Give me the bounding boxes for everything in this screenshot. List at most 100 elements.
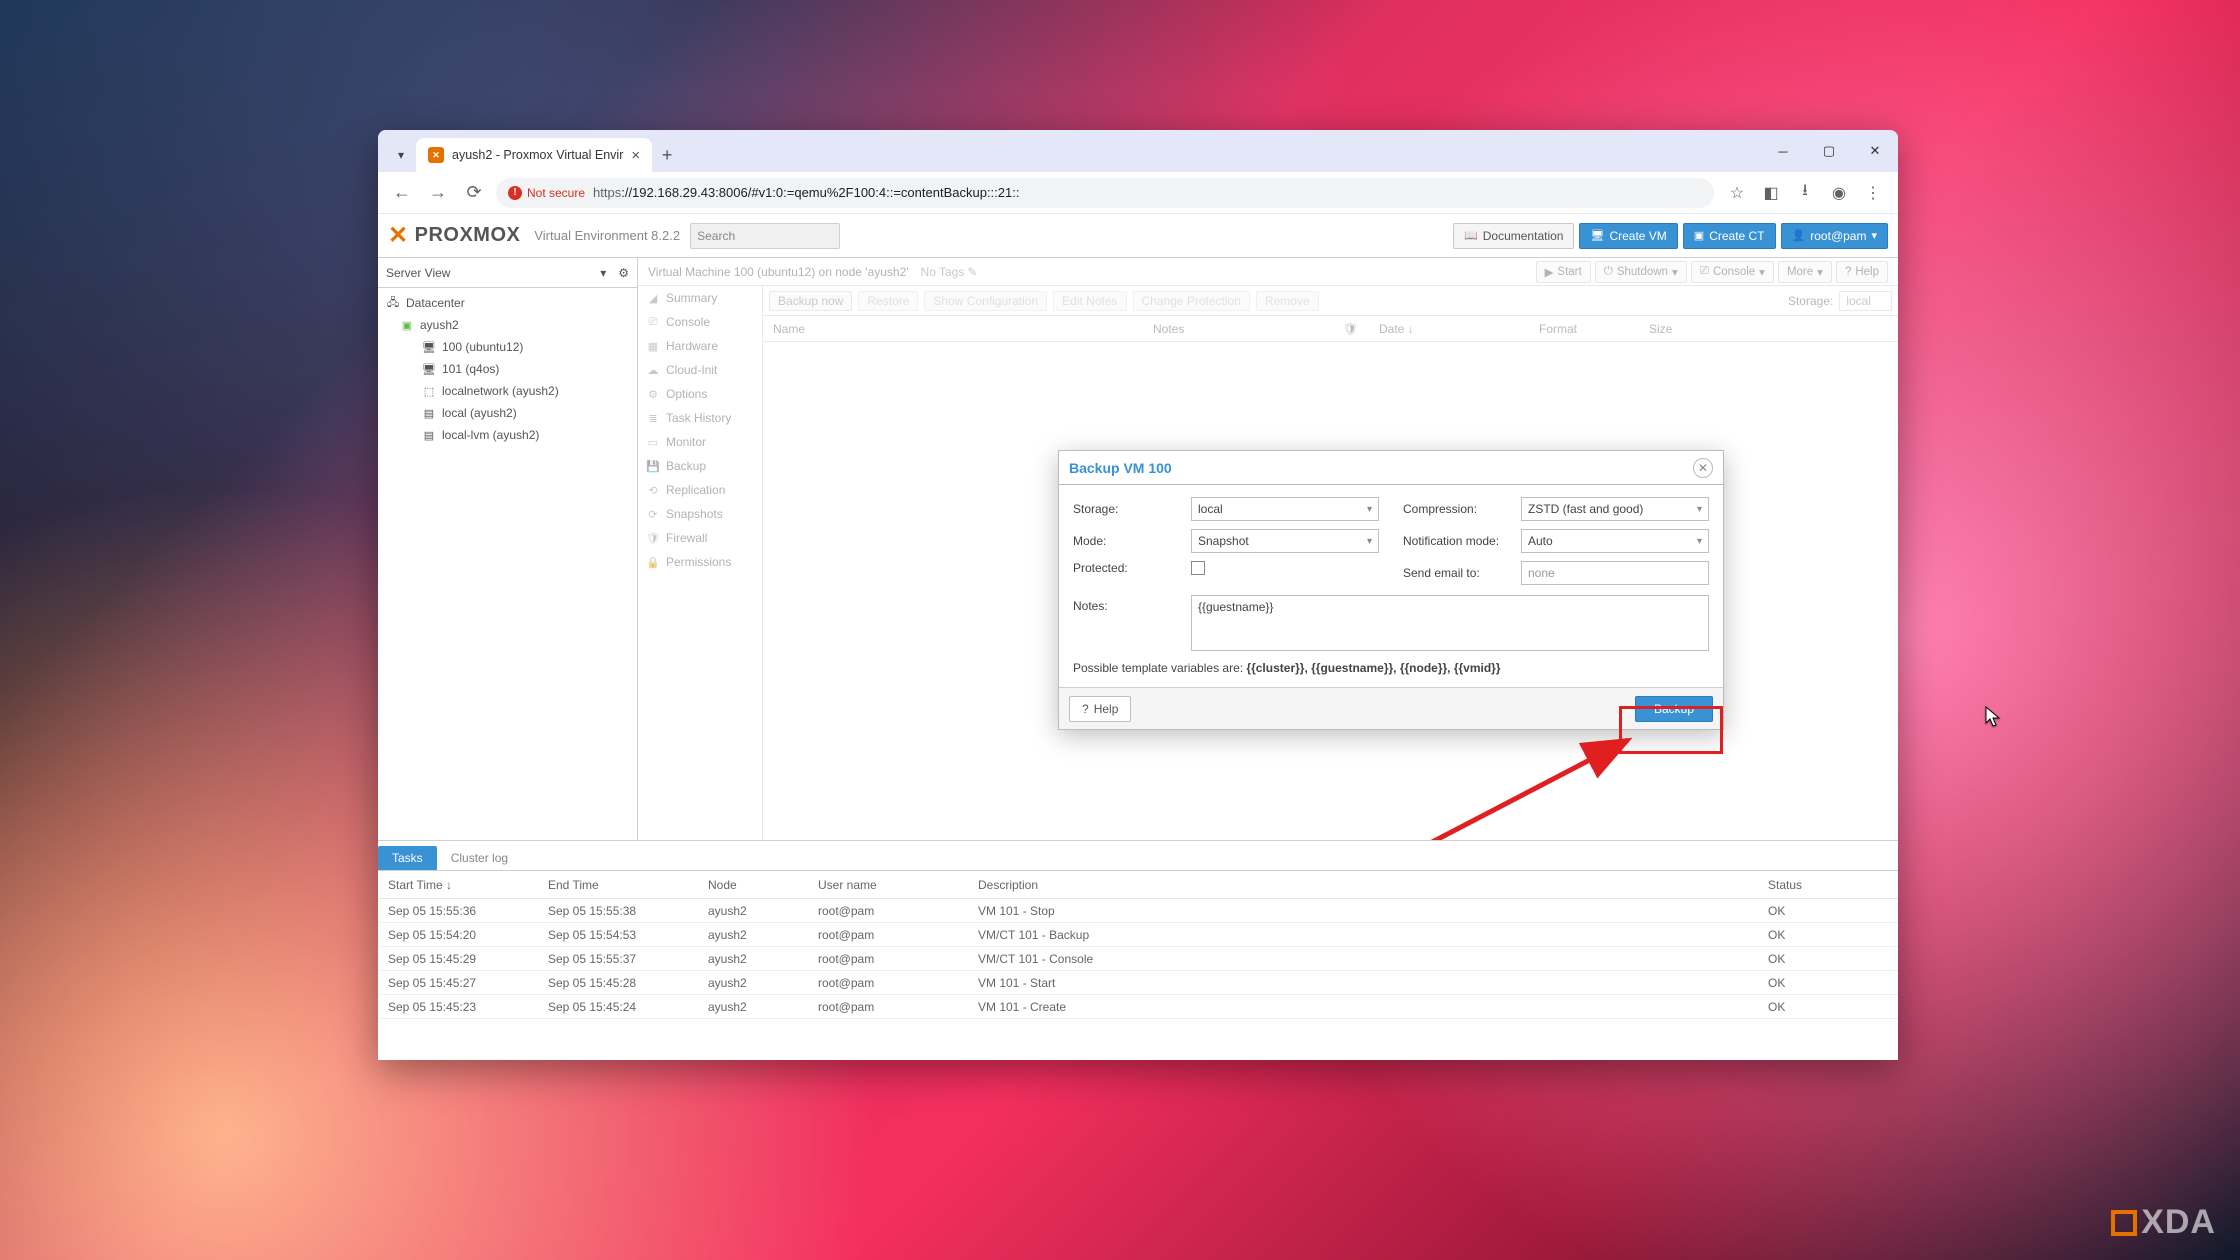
menu-icon[interactable]: ⋮ bbox=[1858, 178, 1888, 208]
tasks-grid: Start Time ↓ End Time Node User name Des… bbox=[378, 871, 1898, 1060]
compression-dropdown[interactable]: ZSTD (fast and good)▾ bbox=[1521, 497, 1709, 521]
col-user[interactable]: User name bbox=[808, 878, 968, 892]
mouse-cursor-icon bbox=[1985, 706, 2001, 728]
tasks-grid-header: Start Time ↓ End Time Node User name Des… bbox=[378, 871, 1898, 899]
protected-checkbox[interactable] bbox=[1191, 561, 1205, 575]
dialog-help-button[interactable]: ?Help bbox=[1069, 696, 1131, 722]
xda-watermark: XDA bbox=[2111, 1203, 2216, 1242]
mode-dropdown[interactable]: Snapshot▾ bbox=[1191, 529, 1379, 553]
tab-cluster-log[interactable]: Cluster log bbox=[437, 846, 522, 870]
tab-search-dropdown[interactable]: ▾ bbox=[386, 138, 416, 172]
dialog-header: Backup VM 100 ✕ bbox=[1059, 451, 1723, 485]
dialog-footer: ?Help Backup bbox=[1059, 687, 1723, 729]
insecure-icon: ! bbox=[508, 186, 522, 200]
downloads-icon[interactable]: ⭳ bbox=[1790, 178, 1820, 208]
url-text: https://192.168.29.43:8006/#v1:0:=qemu%2… bbox=[593, 185, 1019, 200]
create-ct-button[interactable]: ▣Create CT bbox=[1683, 223, 1776, 249]
tree-storage-lvm[interactable]: ▤local-lvm (ayush2) bbox=[378, 424, 637, 446]
task-row[interactable]: Sep 05 15:45:23Sep 05 15:45:24ayush2root… bbox=[378, 995, 1898, 1019]
network-icon: ⬚ bbox=[422, 384, 436, 398]
address-bar[interactable]: ! Not secure https://192.168.29.43:8006/… bbox=[496, 178, 1714, 208]
dialog-body: Storage: local▾ Mode: Snapshot▾ Protecte… bbox=[1059, 485, 1723, 687]
field-notes: Notes: {{guestname}} bbox=[1073, 595, 1709, 651]
tasks-panel: Tasks Cluster log Start Time ↓ End Time … bbox=[378, 840, 1898, 1060]
pve-search-input[interactable]: Search bbox=[690, 223, 840, 249]
resource-tree: 🖧Datacenter ▣ayush2 🖥100 (ubuntu12) 🖥101… bbox=[378, 288, 637, 450]
tree-localnetwork[interactable]: ⬚localnetwork (ayush2) bbox=[378, 380, 637, 402]
task-row[interactable]: Sep 05 15:45:27Sep 05 15:45:28ayush2root… bbox=[378, 971, 1898, 995]
col-start-time[interactable]: Start Time ↓ bbox=[378, 878, 538, 892]
new-tab-button[interactable]: + bbox=[652, 138, 682, 172]
field-protected: Protected: bbox=[1073, 561, 1379, 575]
sidebar-view-selector[interactable]: Server View ▾ ⚙ bbox=[378, 258, 637, 288]
browser-toolbar: ← → ⟳ ! Not secure https://192.168.29.43… bbox=[378, 172, 1898, 214]
col-status[interactable]: Status bbox=[1758, 878, 1898, 892]
window-controls: ─ ▢ ✕ bbox=[1760, 130, 1898, 172]
chevron-down-icon: ▾ bbox=[1871, 229, 1877, 242]
pve-header: ✕ PROXMOX Virtual Environment 8.2.2 Sear… bbox=[378, 214, 1898, 258]
bookmark-icon[interactable]: ☆ bbox=[1722, 178, 1752, 208]
chevron-down-icon: ▾ bbox=[1697, 536, 1702, 547]
tree-node[interactable]: ▣ayush2 bbox=[378, 314, 637, 336]
chevron-down-icon: ▾ bbox=[600, 266, 606, 280]
window-close-button[interactable]: ✕ bbox=[1852, 130, 1898, 172]
toolbar-actions: ☆ ◧ ⭳ ◉ ⋮ bbox=[1722, 178, 1888, 208]
dialog-title: Backup VM 100 bbox=[1069, 460, 1172, 476]
window-minimize-button[interactable]: ─ bbox=[1760, 130, 1806, 172]
nav-reload-button[interactable]: ⟳ bbox=[460, 179, 488, 207]
chevron-down-icon: ▾ bbox=[1367, 504, 1372, 515]
profile-icon[interactable]: ◉ bbox=[1824, 178, 1854, 208]
cube-icon: ▣ bbox=[1694, 229, 1704, 242]
notes-textarea[interactable]: {{guestname}} bbox=[1191, 595, 1709, 651]
storage-dropdown[interactable]: local▾ bbox=[1191, 497, 1379, 521]
vm-icon: 🖥 bbox=[422, 340, 436, 354]
col-description[interactable]: Description bbox=[968, 878, 1758, 892]
browser-tab[interactable]: ✕ ayush2 - Proxmox Virtual Envir × bbox=[416, 138, 652, 172]
xda-logo-icon bbox=[2111, 1210, 2137, 1236]
dialog-backup-button[interactable]: Backup bbox=[1635, 696, 1713, 722]
book-icon: 📖 bbox=[1464, 229, 1478, 242]
window-maximize-button[interactable]: ▢ bbox=[1806, 130, 1852, 172]
storage-icon: ▤ bbox=[422, 406, 436, 420]
user-icon: 👤 bbox=[1792, 229, 1806, 242]
col-end-time[interactable]: End Time bbox=[538, 878, 698, 892]
pve-main: Virtual Machine 100 (ubuntu12) on node '… bbox=[638, 258, 1898, 840]
browser-window: ▾ ✕ ayush2 - Proxmox Virtual Envir × + ─… bbox=[378, 130, 1898, 1060]
monitor-icon: 🖥 bbox=[1590, 229, 1604, 242]
node-icon: ▣ bbox=[400, 318, 414, 332]
proxmox-favicon-icon: ✕ bbox=[428, 147, 444, 163]
task-row[interactable]: Sep 05 15:54:20Sep 05 15:54:53ayush2root… bbox=[378, 923, 1898, 947]
tree-datacenter[interactable]: 🖧Datacenter bbox=[378, 292, 637, 314]
email-input[interactable]: none bbox=[1521, 561, 1709, 585]
storage-icon: ▤ bbox=[422, 428, 436, 442]
tab-close-icon[interactable]: × bbox=[631, 147, 640, 164]
extensions-icon[interactable]: ◧ bbox=[1756, 178, 1786, 208]
tree-vm-100[interactable]: 🖥100 (ubuntu12) bbox=[378, 336, 637, 358]
dialog-close-button[interactable]: ✕ bbox=[1693, 458, 1713, 478]
proxmox-logo-icon: ✕ bbox=[388, 221, 409, 250]
col-node[interactable]: Node bbox=[698, 878, 808, 892]
browser-titlebar: ▾ ✕ ayush2 - Proxmox Virtual Envir × + ─… bbox=[378, 130, 1898, 172]
insecure-label: Not secure bbox=[527, 186, 585, 200]
tab-tasks[interactable]: Tasks bbox=[378, 846, 437, 870]
notification-dropdown[interactable]: Auto▾ bbox=[1521, 529, 1709, 553]
tab-title: ayush2 - Proxmox Virtual Envir bbox=[452, 148, 623, 162]
task-row[interactable]: Sep 05 15:55:36Sep 05 15:55:38ayush2root… bbox=[378, 899, 1898, 923]
tree-vm-101[interactable]: 🖥101 (q4os) bbox=[378, 358, 637, 380]
insecure-badge: ! Not secure bbox=[508, 186, 585, 200]
create-vm-button[interactable]: 🖥Create VM bbox=[1579, 223, 1677, 249]
tasks-tabs: Tasks Cluster log bbox=[378, 841, 1898, 871]
documentation-button[interactable]: 📖Documentation bbox=[1453, 223, 1574, 249]
field-mode: Mode: Snapshot▾ bbox=[1073, 529, 1379, 553]
task-row[interactable]: Sep 05 15:45:29Sep 05 15:55:37ayush2root… bbox=[378, 947, 1898, 971]
nav-back-button[interactable]: ← bbox=[388, 179, 416, 207]
field-compression: Compression: ZSTD (fast and good)▾ bbox=[1403, 497, 1709, 521]
user-menu-button[interactable]: 👤root@pam ▾ bbox=[1781, 223, 1888, 249]
field-notification: Notification mode: Auto▾ bbox=[1403, 529, 1709, 553]
gear-icon[interactable]: ⚙ bbox=[618, 266, 629, 280]
tree-storage-local[interactable]: ▤local (ayush2) bbox=[378, 402, 637, 424]
proxmox-logo: ✕ PROXMOX bbox=[388, 221, 520, 250]
field-storage: Storage: local▾ bbox=[1073, 497, 1379, 521]
nav-forward-button[interactable]: → bbox=[424, 179, 452, 207]
chevron-down-icon: ▾ bbox=[1697, 504, 1702, 515]
